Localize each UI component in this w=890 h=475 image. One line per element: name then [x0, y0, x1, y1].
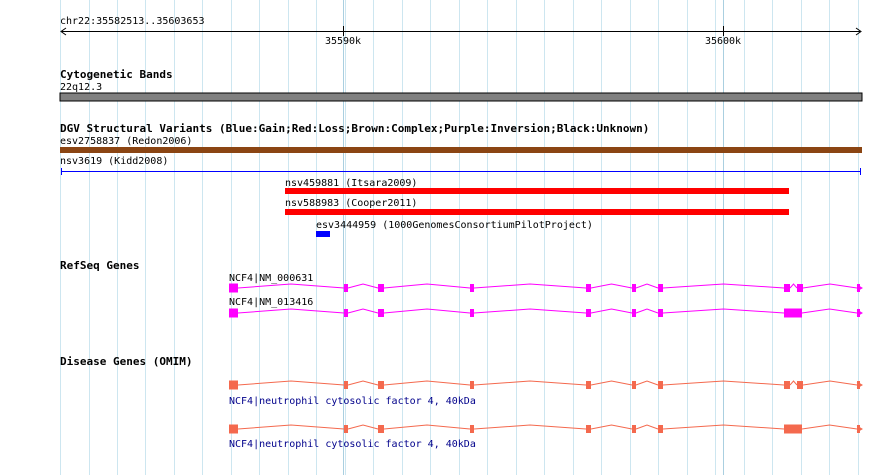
exon	[470, 309, 474, 317]
intron	[237, 283, 345, 289]
exon	[344, 425, 348, 433]
track-cytogenetic-bands: Cytogenetic Bands 22q12.3	[59, 68, 863, 102]
intron	[635, 380, 659, 386]
omim-gene-label[interactable]: NCF4|neutrophil cytosolic factor 4, 40kD…	[229, 439, 476, 450]
transcript-label: NCF4|NM_013416	[229, 297, 313, 308]
exon	[784, 424, 802, 434]
exon	[344, 284, 348, 292]
intron	[635, 424, 659, 430]
transcript-nm-013416[interactable]	[229, 308, 863, 318]
intron	[590, 283, 633, 289]
exon	[344, 309, 348, 317]
variant-label: nsv588983 (Cooper2011)	[285, 198, 417, 209]
exon	[658, 425, 663, 433]
intron	[473, 424, 587, 430]
exon	[586, 425, 591, 433]
exon	[658, 284, 663, 292]
transcript-nm-000631[interactable]	[229, 283, 863, 293]
exon	[632, 425, 636, 433]
exon	[586, 309, 591, 317]
intron	[383, 308, 471, 314]
tracks-canvas: chr22:35582513..35603653 35590k 35600k C…	[59, 0, 863, 475]
intron	[789, 380, 798, 386]
intron	[383, 283, 471, 289]
omim-gene-model[interactable]	[229, 380, 863, 390]
intron	[237, 308, 345, 314]
variant-label: esv3444959 (1000GenomesConsortiumPilotPr…	[316, 220, 593, 231]
exon	[229, 380, 238, 390]
intron	[590, 308, 633, 314]
track-dgv-structural-variants: DGV Structural Variants (Blue:Gain;Red:L…	[60, 122, 862, 237]
exon	[344, 381, 348, 389]
exon	[229, 283, 238, 293]
exon	[470, 425, 474, 433]
track-title: Cytogenetic Bands	[60, 68, 173, 81]
intron	[635, 308, 659, 314]
ruler[interactable]: chr22:35582513..35603653 35590k 35600k	[60, 16, 862, 47]
intron	[473, 308, 587, 314]
variant-label: nsv3619 (Kidd2008)	[60, 156, 168, 167]
exon	[378, 284, 384, 292]
location-label: chr22:35582513..35603653	[60, 16, 205, 27]
intron	[473, 283, 587, 289]
band-label: 22q12.3	[60, 82, 102, 93]
exon	[658, 381, 663, 389]
omim-gene-label[interactable]: NCF4|neutrophil cytosolic factor 4, 40kD…	[229, 396, 476, 407]
exon	[378, 425, 384, 433]
track-disease-genes-omim: Disease Genes (OMIM) NCF4|neutrophil cyt…	[60, 355, 863, 450]
intron	[789, 283, 798, 289]
exon	[784, 308, 802, 318]
exon	[658, 309, 663, 317]
exon	[378, 309, 384, 317]
exon	[797, 284, 803, 292]
exon	[586, 381, 591, 389]
omim-gene-model[interactable]	[229, 424, 863, 434]
genome-browser-view: chr22:35582513..35603653 35590k 35600k C…	[0, 0, 890, 475]
transcript-label: NCF4|NM_000631	[229, 273, 313, 284]
variant-label: nsv459881 (Itsara2009)	[285, 178, 417, 189]
variant-bar-complex[interactable]	[60, 147, 862, 153]
variant-bar-loss[interactable]	[285, 188, 789, 194]
ruler-tick-label: 35590k	[325, 36, 361, 47]
ruler-tick-label: 35600k	[705, 36, 741, 47]
intron	[590, 380, 633, 386]
exon	[470, 284, 474, 292]
track-title: DGV Structural Variants (Blue:Gain;Red:L…	[60, 122, 649, 135]
track-title: RefSeq Genes	[60, 259, 139, 272]
variant-label: esv2758837 (Redon2006)	[60, 136, 192, 147]
exon	[784, 381, 790, 389]
exon	[797, 381, 803, 389]
exon	[632, 284, 636, 292]
exon	[378, 381, 384, 389]
intron	[383, 424, 471, 430]
track-refseq-genes: RefSeq Genes NCF4|NM_000631 NCF4|NM_0134…	[60, 259, 863, 318]
intron	[473, 380, 587, 386]
variant-bar-loss[interactable]	[285, 209, 789, 215]
intron	[237, 380, 345, 386]
exon	[632, 309, 636, 317]
variant-bar-gain[interactable]	[316, 231, 330, 237]
intron	[383, 380, 471, 386]
intron	[237, 424, 345, 430]
exon	[632, 381, 636, 389]
intron	[635, 283, 659, 289]
exon	[470, 381, 474, 389]
exon	[229, 424, 238, 434]
track-title: Disease Genes (OMIM)	[60, 355, 192, 368]
exon	[784, 284, 790, 292]
intron	[590, 424, 633, 430]
exon	[586, 284, 591, 292]
cytoband-bar[interactable]	[59, 92, 863, 102]
exon	[229, 308, 238, 318]
